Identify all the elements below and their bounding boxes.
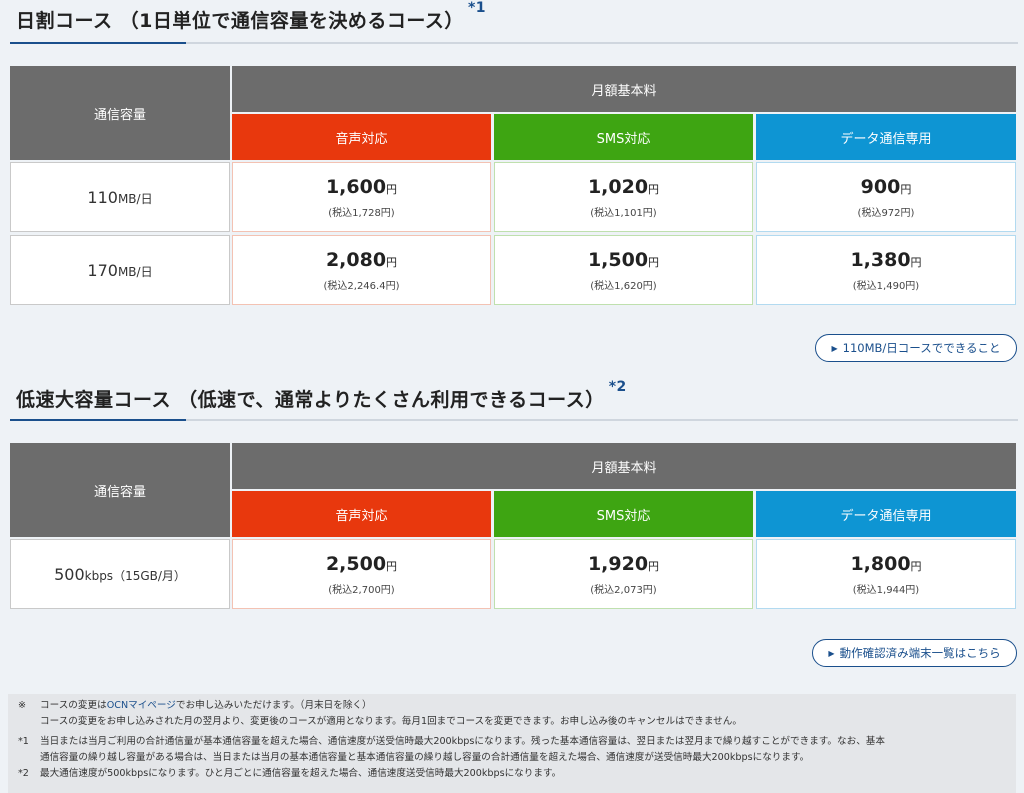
triangle-right-icon: ▶: [831, 343, 838, 353]
price: 2,080円: [325, 248, 398, 271]
price-cell-voice: 1,600円 (税込1,728円): [232, 162, 491, 232]
tax-included-price: (税込2,700円): [328, 584, 395, 596]
note-1: *1 当日または当月ご利用の合計通信量が基本通信容量を超えた場合、通信速度が送受…: [18, 734, 1006, 750]
tax-included-price: (税込2,073円): [590, 584, 657, 596]
note-text: 最大通信速度が500kbpsになります。ひと月ごとに通信容量を超えた場合、通信速…: [40, 768, 562, 779]
note-text: コースの変更をお申し込みされた月の翌月より、変更後のコースが適用となります。毎月…: [40, 716, 742, 727]
tax-included-price: (税込1,944円): [852, 584, 920, 596]
header-plan-sms: SMS対応: [494, 491, 753, 537]
notes-box: ※ コースの変更はOCNマイページでお申し込みいただけます。（月末日を除く） コ…: [8, 694, 1016, 793]
tax-included-price: (税込1,490円): [852, 280, 920, 292]
header-plan-voice: 音声対応: [232, 114, 491, 160]
capacity-cell: 170MB/日: [10, 235, 230, 305]
tax-included-price: (税込1,728円): [328, 207, 395, 219]
note-2: *2 最大通信速度が500kbpsになります。ひと月ごとに通信容量を超えた場合、…: [18, 766, 1006, 782]
price: 1,600円: [325, 175, 398, 198]
section-title-low-speed: 低速大容量コース （低速で、通常よりたくさん利用できるコース）*2: [16, 379, 627, 412]
header-plan-data: データ通信専用: [756, 114, 1016, 160]
title-rule: [10, 419, 1018, 421]
price-cell-voice: 2,500円 (税込2,700円): [232, 539, 491, 609]
tax-included-price: (税込1,101円): [590, 207, 657, 219]
price-cell-data: 1,800円 (税込1,944円): [756, 539, 1016, 609]
ocn-mypage-link[interactable]: OCNマイページ: [107, 700, 176, 711]
price-cell-sms: 1,920円 (税込2,073円): [494, 539, 753, 609]
section-title-daily: 日割コース （1日単位で通信容量を決めるコース）*1: [16, 0, 486, 33]
note-text: 通信容量の繰り越し容量がある場合は、当日または当月の基本通信容量と基本通信容量の…: [40, 752, 810, 763]
price: 1,800円: [850, 552, 922, 575]
header-plan-sms: SMS対応: [494, 114, 753, 160]
header-capacity: 通信容量: [10, 443, 230, 537]
capacity-cell: 500kbps（15GB/月）: [10, 539, 230, 609]
price: 900円: [860, 175, 912, 198]
header-monthly-fee: 月額基本料: [232, 66, 1016, 112]
header-capacity: 通信容量: [10, 66, 230, 160]
price-cell-voice: 2,080円 (税込2,246.4円): [232, 235, 491, 305]
price: 1,380円: [850, 248, 922, 271]
link-compatible-devices[interactable]: ▶ 動作確認済み端末一覧はこちら: [812, 639, 1017, 667]
note-course-change: ※ コースの変更はOCNマイページでお申し込みいただけます。（月末日を除く）: [18, 700, 372, 711]
section-title-text: 低速大容量コース （低速で、通常よりたくさん利用できるコース）: [16, 389, 605, 411]
price: 1,020円: [587, 175, 660, 198]
price-cell-data: 900円 (税込972円): [756, 162, 1016, 232]
header-plan-data: データ通信専用: [756, 491, 1016, 537]
tax-included-price: (税込972円): [857, 207, 915, 219]
tax-included-price: (税込1,620円): [590, 280, 657, 292]
price: 1,920円: [587, 552, 660, 575]
price-cell-sms: 1,500円 (税込1,620円): [494, 235, 753, 305]
price-cell-sms: 1,020円 (税込1,101円): [494, 162, 753, 232]
footnote-mark[interactable]: *2: [609, 379, 627, 395]
capacity-cell: 110MB/日: [10, 162, 230, 232]
footnote-mark[interactable]: *1: [468, 0, 486, 16]
link-110mb-course-features[interactable]: ▶ 110MB/日コースでできること: [815, 334, 1017, 362]
tax-included-price: (税込2,246.4円): [323, 280, 400, 292]
note-text: 当日または当月ご利用の合計通信量が基本通信容量を超えた場合、通信速度が送受信時最…: [40, 736, 885, 747]
triangle-right-icon: ▶: [828, 648, 835, 658]
section-title-text: 日割コース （1日単位で通信容量を決めるコース）: [16, 10, 464, 32]
header-monthly-fee: 月額基本料: [232, 443, 1016, 489]
title-rule: [10, 42, 1018, 44]
price: 1,500円: [587, 248, 660, 271]
price: 2,500円: [325, 552, 398, 575]
header-plan-voice: 音声対応: [232, 491, 491, 537]
price-cell-data: 1,380円 (税込1,490円): [756, 235, 1016, 305]
